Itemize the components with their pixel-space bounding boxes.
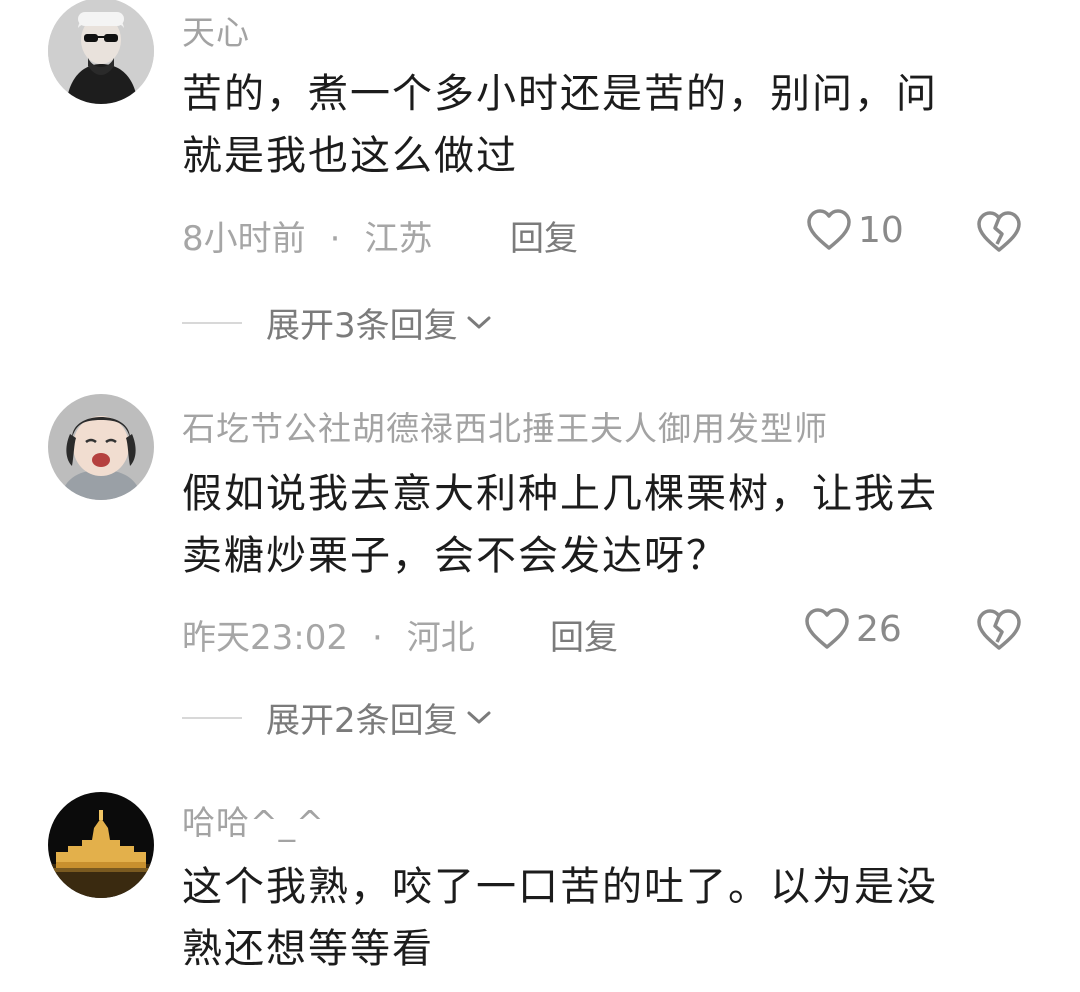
comment-item: 哈哈^_^ 这个我熟，咬了一口苦的吐了。以为是没 熟还想等等看 [0,790,1080,992]
chevron-down-icon [467,711,491,723]
expand-replies-label: 展开2条回复 [266,701,458,741]
broken-heart-icon [977,211,1021,252]
like-count: 26 [856,608,902,650]
comment-time: 8小时前 [182,219,306,259]
expand-divider [182,321,242,324]
comment-username[interactable]: 石圪节公社胡德禄西北捶王夫人御用发型师 [182,402,828,450]
meta-separator: · [371,618,383,658]
like-button[interactable]: 10 [806,208,904,252]
expand-divider [182,716,242,719]
comment-username[interactable]: 哈哈^_^ [182,796,325,844]
reply-button[interactable]: 回复 [510,211,578,260]
comment-location: 河北 [406,618,475,658]
like-button[interactable]: 26 [804,607,902,651]
like-count: 10 [858,209,904,251]
avatar[interactable] [48,394,154,500]
comment-text-line: 假如说我去意大利种上几棵栗树，让我去 [182,471,938,517]
broken-heart-icon [977,609,1021,650]
reply-button[interactable]: 回复 [550,610,618,659]
comment-text-line: 熟还想等等看 [182,926,434,972]
comment-location: 江苏 [364,219,433,259]
comment-text: 假如说我去意大利种上几棵栗树，让我去 卖糖炒栗子，会不会发达呀？ [182,463,1012,587]
meta-separator: · [329,219,341,259]
comment-time: 昨天23:02 [182,618,348,658]
comment-text: 苦的，煮一个多小时还是苦的，别问，问 就是我也这么做过 [182,63,1012,187]
comment-meta: 昨天23:02 · 河北 [182,610,475,659]
night-palace-avatar-icon [48,792,154,898]
dislike-button[interactable] [976,210,1022,258]
comment-item: 天心 苦的，煮一个多小时还是苦的，别问，问 就是我也这么做过 8小时前 · 江苏 回… [0,0,1080,360]
avatar[interactable] [48,0,154,104]
comment-meta: 8小时前 · 江苏 [182,211,432,260]
woman-sunglasses-avatar-icon [48,0,154,104]
comment-text: 这个我熟，咬了一口苦的吐了。以为是没 熟还想等等看 [182,856,1012,980]
crying-child-avatar-icon [48,394,154,500]
comment-text-line: 就是我也这么做过 [182,133,518,179]
expand-replies-button[interactable]: 展开3条回复 [182,298,492,347]
dislike-button[interactable] [976,608,1022,656]
avatar[interactable] [48,792,154,898]
comment-text-line: 卖糖炒栗子，会不会发达呀？ [182,533,728,579]
expand-replies-button[interactable]: 展开2条回复 [182,693,492,742]
chevron-down-icon [467,316,491,328]
comment-item: 石圪节公社胡德禄西北捶王夫人御用发型师 假如说我去意大利种上几棵栗树，让我去 卖… [0,392,1080,752]
comment-text-line: 这个我熟，咬了一口苦的吐了。以为是没 [182,864,938,910]
comment-username[interactable]: 天心 [182,6,250,54]
heart-icon [807,209,851,250]
comment-text-line: 苦的，煮一个多小时还是苦的，别问，问 [182,71,938,117]
heart-icon [805,608,849,649]
expand-replies-label: 展开3条回复 [266,306,458,346]
